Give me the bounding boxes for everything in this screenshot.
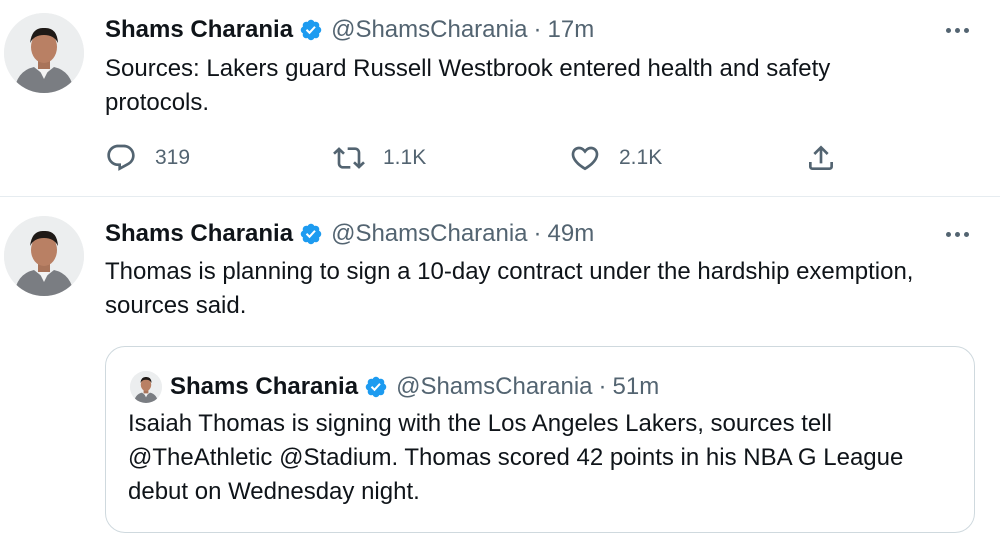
tweet-actions: 319 1.1K 2.1K [105, 140, 845, 176]
quoted-tweet[interactable]: Shams Charania @ShamsCharania · 51m Isai… [105, 346, 975, 533]
tweet-text: Thomas is planning to sign a 10-day cont… [105, 258, 914, 319]
reply-button[interactable]: 319 [105, 140, 190, 176]
quoted-timestamp: 51m [612, 373, 660, 400]
share-icon [809, 145, 833, 170]
author-handle[interactable]: @ShamsCharania [331, 16, 527, 44]
more-options-icon[interactable] [942, 20, 972, 40]
tweet-header: Shams Charania @ShamsCharania · 49m [105, 219, 594, 249]
author-name[interactable]: Shams Charania [105, 220, 293, 248]
quoted-author-handle: @ShamsCharania [396, 373, 593, 400]
separator: · [533, 220, 542, 247]
retweet-button[interactable]: 1.1K [333, 140, 426, 176]
like-icon [571, 146, 599, 171]
tweet-text: Sources: Lakers guard Russell Westbrook … [105, 55, 831, 116]
separator: · [533, 16, 542, 43]
avatar-image [4, 216, 84, 296]
verified-badge-icon [300, 19, 322, 41]
reply-count: 319 [155, 146, 191, 169]
author-name[interactable]: Shams Charania [105, 16, 293, 44]
timestamp[interactable]: 49m [548, 220, 595, 248]
retweet-count: 1.1K [383, 146, 427, 169]
tweet[interactable]: Shams Charania @ShamsCharania · 49m Thom… [0, 197, 1000, 541]
avatar-image [130, 371, 162, 403]
share-button[interactable] [805, 140, 837, 176]
retweet-icon [333, 147, 365, 169]
avatar[interactable] [4, 13, 84, 93]
more-options-icon[interactable] [942, 224, 972, 244]
quoted-avatar[interactable] [130, 371, 162, 403]
tweet[interactable]: Shams Charania @ShamsCharania · 17m Sour… [0, 0, 1000, 197]
avatar-image [4, 13, 84, 93]
quoted-tweet-header: Shams Charania @ShamsCharania · 51m [170, 372, 659, 402]
verified-badge-icon [300, 223, 322, 245]
verified-badge-icon [365, 376, 387, 398]
quoted-author-name: Shams Charania [170, 373, 359, 400]
author-handle[interactable]: @ShamsCharania [331, 220, 527, 248]
reply-icon [107, 144, 135, 171]
tweet-header: Shams Charania @ShamsCharania · 17m [105, 15, 594, 45]
separator: · [598, 373, 607, 400]
like-count: 2.1K [619, 146, 663, 169]
like-button[interactable]: 2.1K [569, 140, 662, 176]
timestamp[interactable]: 17m [548, 16, 595, 44]
quoted-tweet-text: Isaiah Thomas is signing with the Los An… [128, 410, 904, 505]
avatar[interactable] [4, 216, 84, 296]
